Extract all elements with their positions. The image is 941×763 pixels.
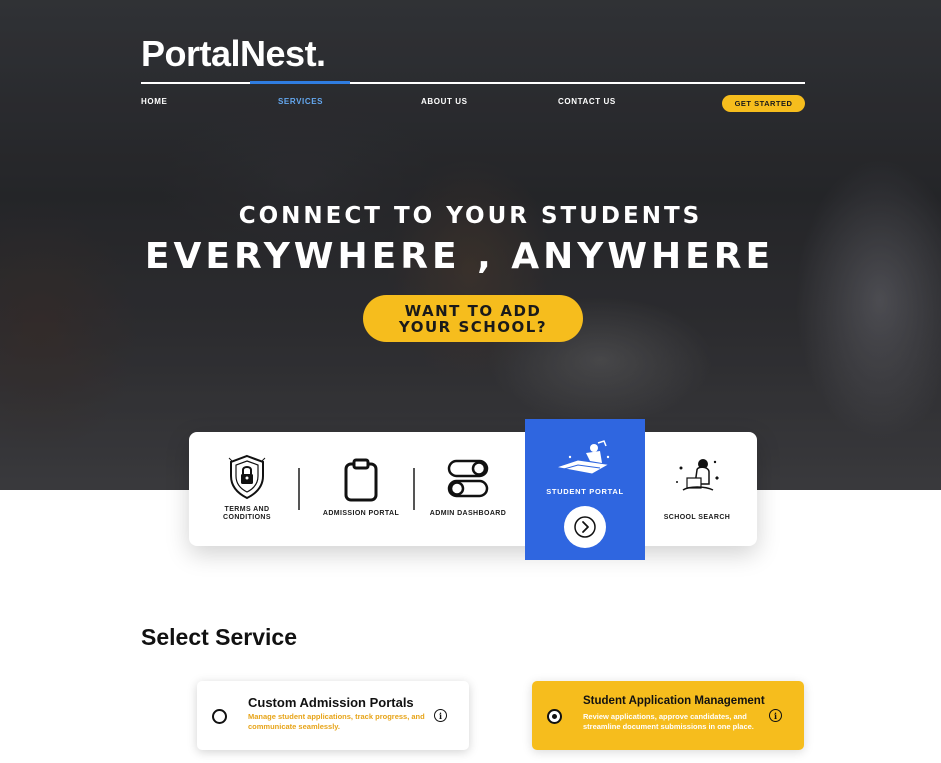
add-school-button[interactable]: WANT TO ADD YOUR SCHOOL? bbox=[363, 295, 583, 342]
strip-divider bbox=[413, 468, 415, 510]
student-reading-illustration bbox=[558, 440, 610, 474]
hero-banner: PortalNest. HOME SERVICES ABOUT US CONTA… bbox=[0, 0, 941, 490]
service-option-description: Review applications, approve candidates,… bbox=[583, 712, 754, 731]
service-school-search[interactable]: SCHOOL SEARCH bbox=[655, 432, 739, 546]
terms-label-line1: TERMS AND bbox=[224, 506, 270, 513]
student-portal-label: STUDENT PORTAL bbox=[546, 487, 624, 496]
service-terms-and-conditions[interactable]: TERMS AND CONDITIONS bbox=[211, 432, 283, 546]
select-service-heading: Select Service bbox=[141, 624, 298, 650]
nav-active-indicator bbox=[250, 81, 350, 84]
hero-headline-main: EVERYWHERE , ANYWHERE bbox=[144, 236, 775, 277]
hero-headline-top: CONNECT TO YOUR STUDENTS bbox=[238, 203, 703, 229]
clipboard-icon bbox=[344, 458, 378, 502]
student-studying-illustration bbox=[676, 459, 719, 491]
service-option-custom-admission-portals[interactable]: Custom Admission Portals Manage student … bbox=[197, 681, 469, 750]
service-option-title: Student Application Management bbox=[583, 695, 765, 707]
service-option-radio[interactable] bbox=[212, 709, 227, 724]
services-strip: TERMS AND CONDITIONS ADMISSION PORTAL AD… bbox=[189, 432, 757, 546]
add-school-label-line2: YOUR SCHOOL? bbox=[398, 317, 548, 336]
portalnest-logo[interactable]: PortalNest. bbox=[141, 34, 326, 74]
nav-underline bbox=[141, 82, 805, 84]
nav-contact-us[interactable]: CONTACT US bbox=[558, 97, 616, 106]
shield-lock-icon bbox=[228, 454, 266, 500]
info-icon[interactable]: i bbox=[769, 709, 782, 722]
strip-divider bbox=[298, 468, 300, 510]
service-option-title: Custom Admission Portals bbox=[248, 695, 414, 710]
add-school-label-line1: WANT TO ADD bbox=[404, 301, 542, 320]
student-portal-arrow-button[interactable] bbox=[564, 506, 606, 548]
service-admin-dashboard[interactable]: ADMIN DASHBOARD bbox=[425, 432, 511, 546]
get-started-button[interactable]: GET STARTED bbox=[722, 95, 805, 112]
nav-about-us[interactable]: ABOUT US bbox=[421, 97, 468, 106]
chevron-right-icon bbox=[574, 516, 596, 538]
admin-dashboard-label: ADMIN DASHBOARD bbox=[429, 510, 507, 517]
service-option-radio[interactable] bbox=[547, 709, 562, 724]
service-option-student-application-management[interactable]: Student Application Management Review ap… bbox=[532, 681, 804, 750]
service-admission-portal[interactable]: ADMISSION PORTAL bbox=[315, 432, 407, 546]
info-icon[interactable]: i bbox=[434, 709, 447, 722]
school-search-label: SCHOOL SEARCH bbox=[663, 514, 731, 521]
service-student-portal[interactable]: STUDENT PORTAL bbox=[525, 419, 645, 560]
admission-portal-label: ADMISSION PORTAL bbox=[322, 510, 400, 517]
service-option-description: Manage student applications, track progr… bbox=[248, 712, 425, 731]
terms-label-line2: CONDITIONS bbox=[223, 514, 271, 521]
nav-home[interactable]: HOME bbox=[141, 97, 167, 106]
nav-services[interactable]: SERVICES bbox=[278, 97, 323, 106]
toggle-switches-icon bbox=[447, 459, 489, 498]
